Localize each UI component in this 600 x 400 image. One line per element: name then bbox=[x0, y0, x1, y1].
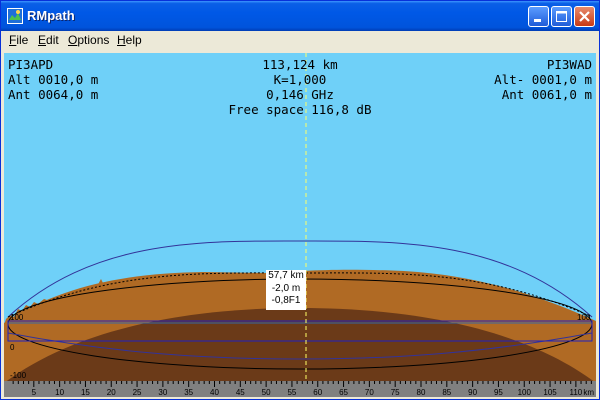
app-icon bbox=[7, 8, 23, 24]
maximize-icon bbox=[556, 11, 567, 22]
k-factor: K=1,000 bbox=[273, 72, 327, 87]
axis-tick-label: 60 bbox=[313, 388, 322, 397]
axis-tick-label: 20 bbox=[107, 388, 116, 397]
path-profile-canvas[interactable]: 5 10 15 20 25 30 35 40 45 50 55 60 65 70 75 80 85 90 95 100… bbox=[4, 53, 596, 397]
menu-file[interactable]: File bbox=[9, 33, 28, 47]
axis-tick-label: 90 bbox=[468, 388, 477, 397]
axis-tick-label: 85 bbox=[442, 388, 451, 397]
axis-tick-label: 105 bbox=[543, 388, 557, 397]
axis-tick-label: 70 bbox=[365, 388, 374, 397]
axis-tick-label: 65 bbox=[339, 388, 348, 397]
midpoint-info: 57,7 km -2,0 m -0,8F1 bbox=[266, 270, 306, 310]
title-bar[interactable]: RMpath bbox=[1, 1, 599, 31]
minimize-button[interactable] bbox=[528, 6, 549, 27]
distance-axis-bar bbox=[4, 381, 596, 397]
axis-tick-label: 30 bbox=[158, 388, 167, 397]
axis-tick-label: 45 bbox=[236, 388, 245, 397]
axis-tick-label: 25 bbox=[133, 388, 142, 397]
menu-bar: File Edit Options Help bbox=[1, 31, 599, 50]
axis-tick-label: 35 bbox=[184, 388, 193, 397]
axis-tick-label: 40 bbox=[210, 388, 219, 397]
frequency: 0,146 GHz bbox=[266, 87, 334, 102]
left-scale-zero: 0 bbox=[10, 343, 15, 352]
menu-edit[interactable]: Edit bbox=[38, 33, 59, 47]
axis-tick-label: 10 bbox=[55, 388, 64, 397]
left-scale-top: 100 bbox=[10, 313, 24, 322]
menu-help[interactable]: Help bbox=[117, 33, 142, 47]
free-space-loss: Free space 116,8 dB bbox=[228, 102, 372, 117]
midpoint-fresnel: -0,8F1 bbox=[271, 295, 301, 306]
axis-tick-label: 80 bbox=[417, 388, 426, 397]
midpoint-distance: 57,7 km bbox=[268, 270, 304, 281]
axis-tick-label: 5 bbox=[32, 388, 37, 397]
maximize-button[interactable] bbox=[551, 6, 572, 27]
left-scale-bottom: -100 bbox=[10, 371, 27, 380]
right-scale-top: 100 bbox=[577, 313, 591, 322]
axis-tick-label: 15 bbox=[81, 388, 90, 397]
axis-tick-label: 50 bbox=[262, 388, 271, 397]
minimize-icon bbox=[534, 19, 541, 22]
axis-tick-label: 100 bbox=[518, 388, 532, 397]
midpoint-height: -2,0 m bbox=[271, 282, 301, 294]
axis-tick-label: 55 bbox=[287, 388, 296, 397]
menu-options[interactable]: Options bbox=[68, 33, 109, 47]
close-icon bbox=[579, 11, 590, 22]
close-button[interactable] bbox=[574, 6, 595, 27]
axis-tick-label: 75 bbox=[391, 388, 400, 397]
path-distance: 113,124 km bbox=[262, 57, 338, 72]
axis-tick-label: 95 bbox=[494, 388, 503, 397]
window-title: RMpath bbox=[27, 8, 75, 23]
axis-tick-label: 110 bbox=[569, 388, 582, 397]
app-window: RMpath File Edit Options Help 5 10 15 20… bbox=[0, 0, 600, 400]
axis-unit-label: km bbox=[583, 388, 594, 397]
